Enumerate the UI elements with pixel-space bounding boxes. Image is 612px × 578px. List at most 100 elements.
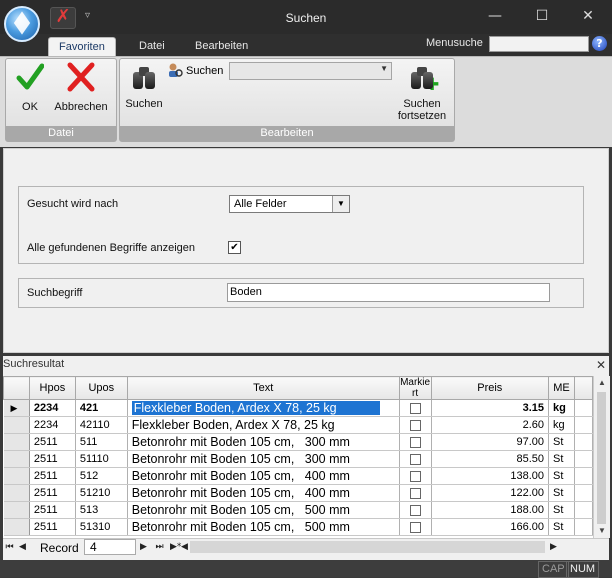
table-row[interactable]: ▶ 2234 421 Flexkleber Boden, Ardex X 78, 25…: [3, 399, 593, 417]
gesucht-select[interactable]: Alle Felder ▼: [229, 195, 350, 213]
cell-hpos[interactable]: 2511: [29, 484, 76, 502]
row-selector[interactable]: [3, 416, 30, 434]
row-selector[interactable]: [3, 450, 30, 468]
results-close-icon[interactable]: ✕: [596, 358, 606, 372]
cell-upos[interactable]: 51310: [75, 518, 128, 536]
hscroll-left-icon[interactable]: ◀: [179, 540, 190, 555]
markiert-checkbox[interactable]: [409, 504, 421, 516]
horizontal-scrollbar[interactable]: [190, 541, 545, 553]
cell-text[interactable]: Flexkleber Boden, Ardex X 78, 25 kg: [127, 399, 400, 417]
minimize-button[interactable]: —: [480, 4, 510, 28]
cell-preis[interactable]: 2.60: [431, 416, 550, 434]
scroll-down-icon[interactable]: ▼: [594, 524, 610, 538]
cell-upos[interactable]: 513: [75, 501, 128, 519]
column-header-preis[interactable]: Preis: [430, 376, 550, 400]
cell-upos[interactable]: 51110: [75, 450, 128, 468]
cell-hpos[interactable]: 2511: [29, 467, 76, 485]
cell-me[interactable]: St: [548, 501, 575, 519]
column-header-text[interactable]: Text: [126, 376, 400, 400]
hscroll-right-icon[interactable]: ▶: [548, 540, 559, 555]
cell-upos[interactable]: 511: [75, 433, 128, 451]
cell-me[interactable]: kg: [548, 399, 575, 417]
cell-markiert[interactable]: [399, 416, 432, 434]
cell-text[interactable]: Flexkleber Boden, Ardex X 78, 25 kg: [127, 416, 400, 434]
cell-text[interactable]: Betonrohr mit Boden 105 cm, 500 mm: [127, 518, 400, 536]
cell-markiert[interactable]: [399, 484, 432, 502]
next-record-icon[interactable]: ▶: [138, 540, 149, 555]
cell-me[interactable]: kg: [548, 416, 575, 434]
row-selector[interactable]: ▶: [3, 399, 30, 417]
cell-me[interactable]: St: [548, 433, 575, 451]
scroll-thumb[interactable]: [597, 392, 606, 524]
markiert-checkbox[interactable]: [409, 487, 421, 499]
tab-bearbeiten[interactable]: Bearbeiten: [185, 37, 258, 56]
row-selector[interactable]: [3, 433, 30, 451]
markiert-checkbox[interactable]: [409, 521, 421, 533]
row-selector[interactable]: [3, 501, 30, 519]
app-menu-icon[interactable]: [4, 6, 40, 42]
cell-preis[interactable]: 166.00: [431, 518, 550, 536]
markiert-checkbox[interactable]: [409, 453, 421, 465]
table-row[interactable]: 2511 51210 Betonrohr mit Boden 105 cm, 400…: [3, 484, 593, 502]
ok-button[interactable]: OK: [14, 62, 46, 113]
row-selector[interactable]: [3, 518, 30, 536]
column-header-markiert[interactable]: Markiert: [398, 376, 432, 400]
cell-hpos[interactable]: 2234: [29, 399, 76, 417]
cell-preis[interactable]: 3.15: [431, 399, 550, 417]
row-selector[interactable]: [3, 484, 30, 502]
markiert-checkbox[interactable]: [409, 436, 421, 448]
vertical-scrollbar[interactable]: ▲ ▼: [593, 376, 610, 538]
record-number-input[interactable]: 4: [84, 539, 136, 555]
table-row[interactable]: 2511 511 Betonrohr mit Boden 105 cm, 300 m…: [3, 433, 593, 451]
cell-me[interactable]: St: [548, 484, 575, 502]
suchbegriff-input[interactable]: Boden: [227, 283, 550, 302]
alle-begriffe-checkbox[interactable]: ✔: [228, 241, 241, 254]
markiert-checkbox[interactable]: [409, 402, 421, 414]
cell-hpos[interactable]: 2511: [29, 433, 76, 451]
chevron-down-icon[interactable]: ▼: [332, 196, 349, 212]
cell-hpos[interactable]: 2511: [29, 450, 76, 468]
close-button[interactable]: ✕: [573, 4, 603, 28]
prev-record-icon[interactable]: ◀: [17, 540, 28, 555]
cell-markiert[interactable]: [399, 501, 432, 519]
cell-hpos[interactable]: 2234: [29, 416, 76, 434]
cell-preis[interactable]: 85.50: [431, 450, 550, 468]
maximize-button[interactable]: ☐: [527, 4, 557, 28]
cell-preis[interactable]: 188.00: [431, 501, 550, 519]
first-record-icon[interactable]: ⏮: [4, 540, 15, 555]
column-header-upos[interactable]: Upos: [74, 376, 128, 400]
cell-markiert[interactable]: [399, 399, 432, 417]
markiert-checkbox[interactable]: [409, 470, 421, 482]
cell-text[interactable]: Betonrohr mit Boden 105 cm, 400 mm: [127, 467, 400, 485]
abbrechen-button[interactable]: Abbrechen: [50, 62, 112, 113]
column-header-me[interactable]: ME: [548, 376, 575, 400]
tab-favoriten[interactable]: Favoriten: [48, 37, 116, 57]
menusuche-input[interactable]: [489, 36, 589, 52]
table-row[interactable]: 2511 513 Betonrohr mit Boden 105 cm, 500 m…: [3, 501, 593, 519]
cell-upos[interactable]: 51210: [75, 484, 128, 502]
cell-me[interactable]: St: [548, 450, 575, 468]
results-grid[interactable]: Hpos Upos Text Markiert Preis ME ▶ 2234 42…: [3, 376, 593, 538]
cell-preis[interactable]: 138.00: [431, 467, 550, 485]
table-row[interactable]: 2511 51310 Betonrohr mit Boden 105 cm, 500…: [3, 518, 593, 536]
cell-me[interactable]: St: [548, 467, 575, 485]
table-row[interactable]: 2511 51110 Betonrohr mit Boden 105 cm, 300…: [3, 450, 593, 468]
cell-preis[interactable]: 97.00: [431, 433, 550, 451]
cell-hpos[interactable]: 2511: [29, 501, 76, 519]
cell-markiert[interactable]: [399, 450, 432, 468]
cell-text[interactable]: Betonrohr mit Boden 105 cm, 400 mm: [127, 484, 400, 502]
cell-upos[interactable]: 421: [75, 399, 128, 417]
cell-preis[interactable]: 122.00: [431, 484, 550, 502]
cell-upos[interactable]: 512: [75, 467, 128, 485]
cell-text[interactable]: Betonrohr mit Boden 105 cm, 300 mm: [127, 433, 400, 451]
cell-upos[interactable]: 42110: [75, 416, 128, 434]
row-selector[interactable]: [3, 467, 30, 485]
cell-text[interactable]: Betonrohr mit Boden 105 cm, 500 mm: [127, 501, 400, 519]
cell-markiert[interactable]: [399, 433, 432, 451]
column-header-hpos[interactable]: Hpos: [28, 376, 76, 400]
cell-text[interactable]: Betonrohr mit Boden 105 cm, 300 mm: [127, 450, 400, 468]
cell-markiert[interactable]: [399, 467, 432, 485]
table-row[interactable]: 2511 512 Betonrohr mit Boden 105 cm, 400 m…: [3, 467, 593, 485]
cell-me[interactable]: St: [548, 518, 575, 536]
last-record-icon[interactable]: ⏭: [154, 540, 165, 555]
